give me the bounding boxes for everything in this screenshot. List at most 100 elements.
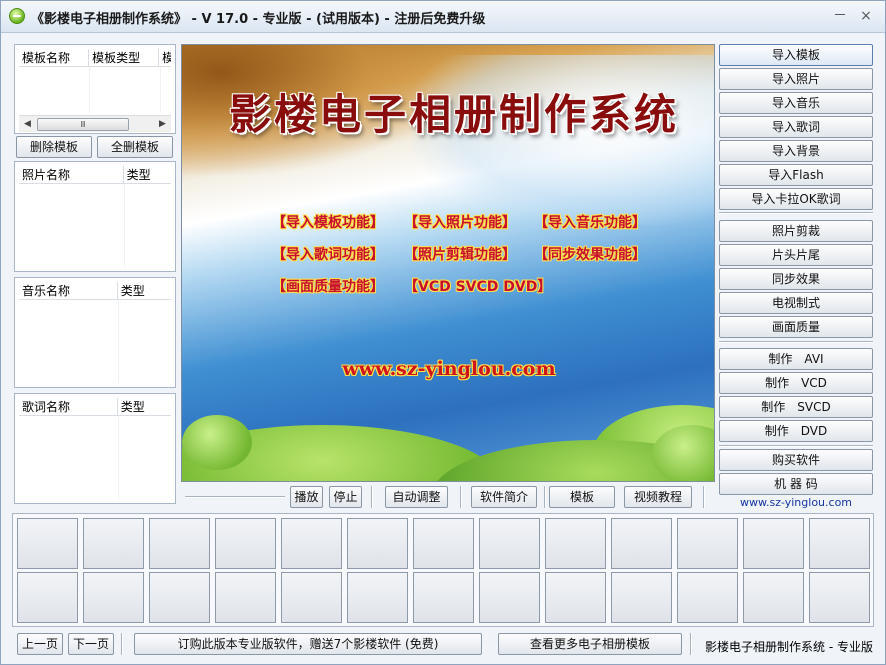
- thumbnail-slot[interactable]: [479, 572, 540, 623]
- thumbnail-slot[interactable]: [83, 572, 144, 623]
- photo-list-header: 照片名称 类型: [19, 166, 171, 184]
- thumbnail-slot[interactable]: [149, 518, 210, 569]
- thumbnail-slot[interactable]: [347, 572, 408, 623]
- right-website-link[interactable]: www.sz-yinglou.com: [721, 496, 871, 509]
- scroll-right-icon[interactable]: ▶: [154, 116, 171, 133]
- machine-code-button[interactable]: 机 器 码: [719, 473, 873, 495]
- status-text: 影楼电子相册制作系统 - 专业版: [705, 640, 873, 654]
- thumbnail-slot[interactable]: [17, 572, 78, 623]
- lyrics-list[interactable]: 歌词名称 类型: [14, 393, 176, 504]
- thumbnail-slot[interactable]: [677, 518, 738, 569]
- delete-template-button[interactable]: 删除模板: [16, 136, 92, 158]
- import-photo-button[interactable]: 导入照片: [719, 68, 873, 90]
- bush-decoration: [182, 415, 252, 470]
- template-list-hscrollbar[interactable]: ◀ Ⅲ ▶: [19, 115, 171, 132]
- import-music-button[interactable]: 导入音乐: [719, 92, 873, 114]
- tv-format-button[interactable]: 电视制式: [719, 292, 873, 314]
- thumbnail-slot[interactable]: [611, 572, 672, 623]
- thumbnail-slot[interactable]: [743, 518, 804, 569]
- column-photo-name[interactable]: 照片名称: [19, 166, 124, 183]
- picture-quality-button[interactable]: 画面质量: [719, 316, 873, 338]
- minimize-icon[interactable]: －: [831, 7, 849, 25]
- photo-list[interactable]: 照片名称 类型: [14, 161, 176, 272]
- delete-all-templates-button[interactable]: 全删模板: [97, 136, 173, 158]
- template-list[interactable]: 模板名称 模板类型 模 ◀ Ⅲ ▶: [14, 44, 176, 134]
- thumbnail-slot[interactable]: [611, 518, 672, 569]
- import-flash-button[interactable]: 导入Flash: [719, 164, 873, 186]
- thumbnail-strip: [12, 513, 874, 627]
- thumbnail-slot[interactable]: [281, 518, 342, 569]
- thumbnail-slot[interactable]: [545, 572, 606, 623]
- separator: [460, 486, 462, 508]
- thumbnail-slot[interactable]: [743, 572, 804, 623]
- feature-picture-quality: 【画面质量功能】: [272, 279, 384, 295]
- auto-adjust-button[interactable]: 自动调整: [385, 486, 448, 508]
- thumbnail-slot[interactable]: [215, 518, 276, 569]
- feature-disc-formats: 【VCD SVCD DVD】: [404, 279, 552, 295]
- thumbnail-slot[interactable]: [413, 518, 474, 569]
- make-avi-button[interactable]: 制作 AVI: [719, 348, 873, 370]
- separator: [703, 486, 705, 508]
- feature-import-lyrics: 【导入歌词功能】: [272, 247, 384, 263]
- column-lyrics-type[interactable]: 类型: [118, 398, 171, 415]
- column-template-extra[interactable]: 模: [159, 49, 171, 66]
- thumbnail-slot[interactable]: [479, 518, 540, 569]
- thumbnail-slot[interactable]: [17, 518, 78, 569]
- sync-effect-button[interactable]: 同步效果: [719, 268, 873, 290]
- opening-ending-button[interactable]: 片头片尾: [719, 244, 873, 266]
- prev-page-button[interactable]: 上一页: [17, 633, 63, 655]
- import-background-button[interactable]: 导入背景: [719, 140, 873, 162]
- column-template-type[interactable]: 模板类型: [89, 49, 160, 66]
- column-lyrics-name[interactable]: 歌词名称: [19, 398, 118, 415]
- music-list-body: [19, 300, 171, 383]
- import-karaoke-lyrics-button[interactable]: 导入卡拉OK歌词: [719, 188, 873, 210]
- make-dvd-button[interactable]: 制作 DVD: [719, 420, 873, 442]
- template-list-body: [19, 67, 171, 113]
- import-template-button[interactable]: 导入模板: [719, 44, 873, 66]
- lyrics-list-body: [19, 416, 171, 499]
- thumbnail-slot[interactable]: [545, 518, 606, 569]
- divider: [719, 341, 873, 343]
- preview-website: www.sz-yinglou.com: [342, 358, 556, 380]
- video-tutorial-button[interactable]: 视频教程: [624, 486, 692, 508]
- template-button[interactable]: 模板: [549, 486, 615, 508]
- import-lyrics-button[interactable]: 导入歌词: [719, 116, 873, 138]
- promo-button[interactable]: 订购此版本专业版软件，赠送7个影楼软件 (免费): [134, 633, 482, 655]
- window-title: 《影楼电子相册制作系统》 - V 17.0 - 专业版 - (试用版本) - 注…: [31, 12, 486, 27]
- thumbnail-slot[interactable]: [281, 572, 342, 623]
- scroll-left-icon[interactable]: ◀: [19, 116, 36, 133]
- column-music-type[interactable]: 类型: [118, 282, 171, 299]
- column-template-name[interactable]: 模板名称: [19, 49, 90, 66]
- separator: [690, 633, 692, 655]
- photo-crop-button[interactable]: 照片剪裁: [719, 220, 873, 242]
- feature-sync-effect: 【同步效果功能】: [534, 247, 646, 263]
- thumbnail-slot[interactable]: [413, 572, 474, 623]
- software-intro-button[interactable]: 软件简介: [471, 486, 537, 508]
- feature-import-photo: 【导入照片功能】: [404, 215, 516, 231]
- play-button[interactable]: 播放: [290, 486, 323, 508]
- thumbnail-slot[interactable]: [809, 572, 870, 623]
- stop-button[interactable]: 停止: [329, 486, 362, 508]
- thumbnail-slot[interactable]: [677, 572, 738, 623]
- column-photo-type[interactable]: 类型: [124, 166, 171, 183]
- thumbnail-slot[interactable]: [809, 518, 870, 569]
- next-page-button[interactable]: 下一页: [68, 633, 114, 655]
- thumbnail-slot[interactable]: [83, 518, 144, 569]
- more-templates-button[interactable]: 查看更多电子相册模板: [498, 633, 682, 655]
- scroll-thumb[interactable]: Ⅲ: [37, 118, 129, 131]
- make-vcd-button[interactable]: 制作 VCD: [719, 372, 873, 394]
- app-logo-icon: [9, 8, 25, 24]
- column-music-name[interactable]: 音乐名称: [19, 282, 118, 299]
- music-list[interactable]: 音乐名称 类型: [14, 277, 176, 388]
- lyrics-list-header: 歌词名称 类型: [19, 398, 171, 416]
- thumbnail-slot[interactable]: [149, 572, 210, 623]
- buy-software-button[interactable]: 购买软件: [719, 449, 873, 471]
- thumbnail-slot[interactable]: [347, 518, 408, 569]
- close-icon[interactable]: ×: [857, 7, 875, 25]
- separator: [371, 486, 373, 508]
- make-svcd-button[interactable]: 制作 SVCD: [719, 396, 873, 418]
- title-bar: 《影楼电子相册制作系统》 - V 17.0 - 专业版 - (试用版本) - 注…: [1, 1, 885, 33]
- app-window: 《影楼电子相册制作系统》 - V 17.0 - 专业版 - (试用版本) - 注…: [0, 0, 886, 665]
- thumbnail-slot[interactable]: [215, 572, 276, 623]
- music-list-header: 音乐名称 类型: [19, 282, 171, 300]
